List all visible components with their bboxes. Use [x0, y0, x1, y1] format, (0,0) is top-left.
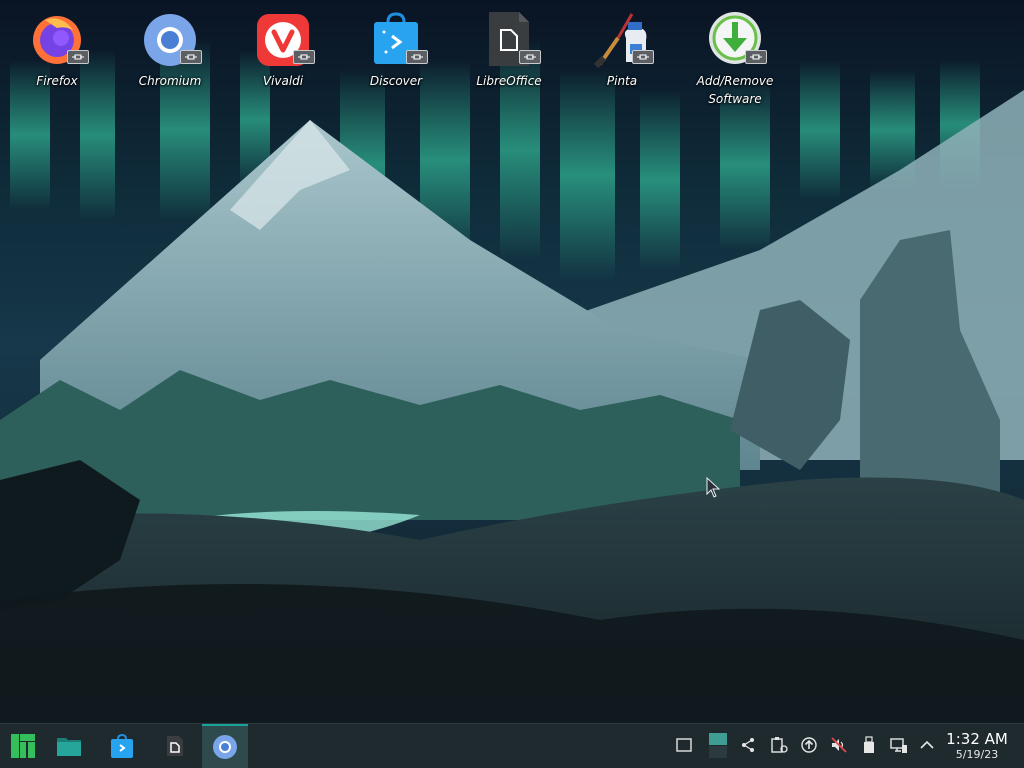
clipboard-icon — [771, 737, 788, 753]
tray-expand-button[interactable] — [916, 734, 938, 756]
kde-connect-icon — [742, 738, 754, 752]
symlink-badge-icon — [293, 50, 315, 64]
taskbar-chromium[interactable] — [202, 724, 248, 768]
virtual-desktop-pager[interactable] — [707, 732, 729, 760]
taskbar-file-manager[interactable] — [46, 724, 92, 768]
clock-date: 5/19/23 — [955, 748, 999, 761]
desktop-icon-label: Vivaldi — [262, 74, 304, 88]
clipboard-button[interactable] — [768, 734, 790, 756]
taskbar-panel: 1:32 AM 5/19/23 — [0, 723, 1024, 768]
digital-clock[interactable]: 1:32 AM 5/19/23 — [942, 730, 1012, 762]
clock-time: 1:32 AM — [946, 730, 1008, 748]
symlink-badge-icon — [67, 50, 89, 64]
network-icon — [890, 738, 907, 753]
volume-button[interactable] — [828, 734, 850, 756]
desktop-wallpaper — [0, 0, 1024, 768]
desktop-icon-libreoffice[interactable]: LibreOffice — [459, 8, 559, 90]
kde-connect-button[interactable] — [737, 734, 759, 756]
updates-button[interactable] — [798, 734, 820, 756]
updates-icon — [801, 737, 817, 753]
application-menu-button[interactable] — [0, 724, 46, 768]
desktop-icon-label: Pinta — [606, 74, 638, 88]
symlink-badge-icon — [632, 50, 654, 64]
symlink-badge-icon — [180, 50, 202, 64]
chromium-icon — [213, 735, 237, 759]
taskbar-discover[interactable] — [99, 724, 145, 768]
desktop-icon-label: Chromium — [138, 74, 202, 88]
discover-icon — [111, 733, 133, 758]
file-manager-icon — [57, 738, 81, 756]
desktop-icon-discover[interactable]: Discover — [346, 8, 446, 90]
volume-muted-icon — [831, 737, 847, 753]
removable-devices-button[interactable] — [858, 734, 880, 756]
desktop-icon-firefox[interactable]: Firefox — [7, 8, 107, 90]
desktop-icon-label: Firefox — [36, 74, 78, 88]
desktop-icon-label: LibreOffice — [476, 74, 542, 88]
desktop-icon-add-remove-software[interactable]: Add/Remove Software — [685, 8, 785, 108]
symlink-badge-icon — [519, 50, 541, 64]
removable-devices-icon — [864, 736, 874, 753]
desktop-icon-chromium[interactable]: Chromium — [120, 8, 220, 90]
mouse-cursor-icon — [706, 477, 720, 498]
desktop-icon-label: Add/Remove Software — [696, 74, 774, 106]
network-button[interactable] — [888, 734, 910, 756]
taskbar-libreoffice[interactable] — [151, 724, 197, 768]
tray-expand-icon — [920, 740, 934, 749]
desktop-icon-vivaldi[interactable]: Vivaldi — [233, 8, 333, 90]
symlink-badge-icon — [406, 50, 428, 64]
show-desktop-icon — [676, 738, 692, 752]
desktop-icon-label: Discover — [369, 74, 423, 88]
virtual-desktop-pager-icon — [709, 733, 727, 758]
manjaro-menu-icon — [11, 734, 35, 758]
libreoffice-icon — [167, 736, 183, 756]
symlink-badge-icon — [745, 50, 767, 64]
desktop-icon-pinta[interactable]: Pinta — [572, 8, 672, 90]
show-desktop-button[interactable] — [673, 734, 695, 756]
